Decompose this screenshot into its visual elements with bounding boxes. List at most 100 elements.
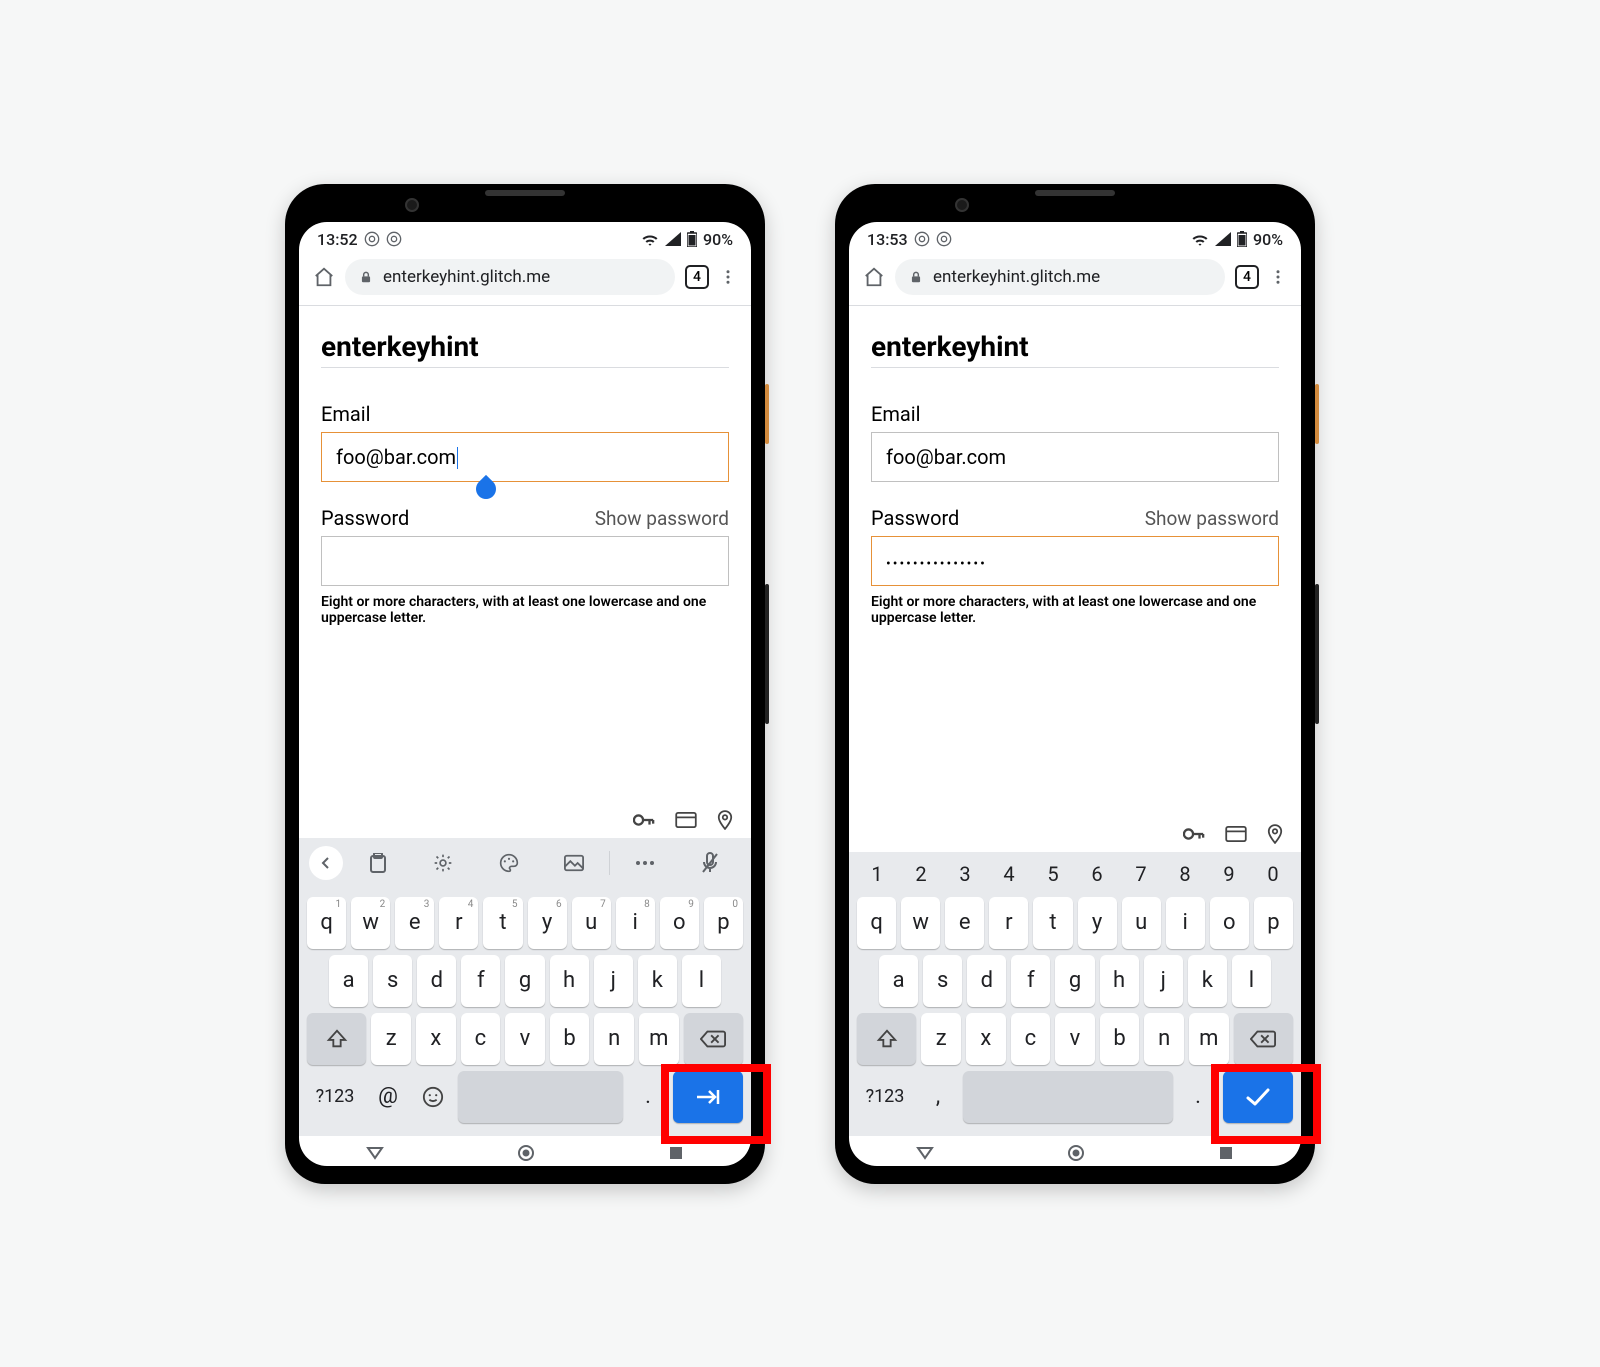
shift-key[interactable] [307, 1013, 366, 1065]
url-field[interactable]: enterkeyhint.glitch.me [345, 259, 675, 295]
mic-off-icon[interactable] [680, 846, 742, 880]
key-x[interactable]: x [966, 1013, 1006, 1065]
key-t[interactable]: t5 [483, 897, 522, 949]
key-h[interactable]: h [1100, 955, 1139, 1007]
space-key[interactable] [458, 1071, 623, 1123]
key-k[interactable]: k [638, 955, 677, 1007]
key-x[interactable]: x [416, 1013, 456, 1065]
key-q[interactable]: q1 [307, 897, 346, 949]
key-j[interactable]: j [1144, 955, 1183, 1007]
show-password-link[interactable]: Show password [595, 507, 729, 530]
key-i[interactable]: i8 [616, 897, 655, 949]
key-period[interactable]: . [1178, 1071, 1218, 1123]
key-1[interactable]: 1 [855, 862, 899, 886]
nav-home-icon[interactable] [517, 1144, 535, 1162]
key-q[interactable]: q [857, 897, 896, 949]
key-z[interactable]: z [921, 1013, 961, 1065]
key-a[interactable]: a [329, 955, 368, 1007]
nav-back-icon[interactable] [366, 1146, 384, 1160]
key-at[interactable]: @ [368, 1071, 408, 1123]
key-l[interactable]: l [1232, 955, 1271, 1007]
key-v[interactable]: v [505, 1013, 545, 1065]
key-r[interactable]: r4 [439, 897, 478, 949]
key-9[interactable]: 9 [1207, 862, 1251, 886]
symbols-key[interactable]: ?123 [307, 1071, 363, 1123]
nav-recents-icon[interactable] [668, 1145, 684, 1161]
backspace-key[interactable] [684, 1013, 743, 1065]
backspace-key[interactable] [1234, 1013, 1293, 1065]
key-r[interactable]: r [989, 897, 1028, 949]
key-w[interactable]: w2 [351, 897, 390, 949]
key-m[interactable]: m [639, 1013, 679, 1065]
key-d[interactable]: d [417, 955, 456, 1007]
key-5[interactable]: 5 [1031, 862, 1075, 886]
key-icon[interactable] [1183, 824, 1205, 844]
location-icon[interactable] [717, 810, 733, 830]
key-2[interactable]: 2 [899, 862, 943, 886]
key-a[interactable]: a [879, 955, 918, 1007]
key-b[interactable]: b [1100, 1013, 1140, 1065]
key-k[interactable]: k [1188, 955, 1227, 1007]
password-field[interactable]: ••••••••••••••• [871, 536, 1279, 586]
key-f[interactable]: f [461, 955, 500, 1007]
clipboard-icon[interactable] [347, 846, 409, 880]
key-p[interactable]: p [1254, 897, 1293, 949]
key-b[interactable]: b [550, 1013, 590, 1065]
shift-key[interactable] [857, 1013, 916, 1065]
key-comma[interactable]: , [918, 1071, 958, 1123]
key-8[interactable]: 8 [1163, 862, 1207, 886]
key-o[interactable]: o [1210, 897, 1249, 949]
key-s[interactable]: s [373, 955, 412, 1007]
card-icon[interactable] [675, 810, 697, 830]
key-t[interactable]: t [1033, 897, 1072, 949]
key-n[interactable]: n [1144, 1013, 1184, 1065]
key-e[interactable]: e [945, 897, 984, 949]
more-icon[interactable] [719, 268, 737, 286]
nav-recents-icon[interactable] [1218, 1145, 1234, 1161]
key-w[interactable]: w [901, 897, 940, 949]
more-icon[interactable] [614, 846, 676, 880]
key-d[interactable]: d [967, 955, 1006, 1007]
key-f[interactable]: f [1011, 955, 1050, 1007]
tab-switcher[interactable]: 4 [685, 265, 709, 289]
location-icon[interactable] [1267, 824, 1283, 844]
emoji-key[interactable] [413, 1071, 453, 1123]
key-m[interactable]: m [1189, 1013, 1229, 1065]
key-h[interactable]: h [550, 955, 589, 1007]
nav-back-icon[interactable] [916, 1146, 934, 1160]
key-n[interactable]: n [594, 1013, 634, 1065]
tab-switcher[interactable]: 4 [1235, 265, 1259, 289]
key-v[interactable]: v [1055, 1013, 1095, 1065]
key-6[interactable]: 6 [1075, 862, 1119, 886]
key-c[interactable]: c [461, 1013, 501, 1065]
key-y[interactable]: y6 [528, 897, 567, 949]
home-icon[interactable] [313, 266, 335, 288]
key-g[interactable]: g [1055, 955, 1094, 1007]
url-field[interactable]: enterkeyhint.glitch.me [895, 259, 1225, 295]
key-e[interactable]: e3 [395, 897, 434, 949]
password-field[interactable] [321, 536, 729, 586]
sticker-icon[interactable] [544, 846, 606, 880]
key-j[interactable]: j [594, 955, 633, 1007]
more-icon[interactable] [1269, 268, 1287, 286]
key-u[interactable]: u7 [572, 897, 611, 949]
symbols-key[interactable]: ?123 [857, 1071, 913, 1123]
email-field[interactable]: foo@bar.com [871, 432, 1279, 482]
key-c[interactable]: c [1011, 1013, 1051, 1065]
key-l[interactable]: l [682, 955, 721, 1007]
hide-toolbar-button[interactable] [309, 846, 343, 880]
key-3[interactable]: 3 [943, 862, 987, 886]
key-o[interactable]: o9 [660, 897, 699, 949]
key-7[interactable]: 7 [1119, 862, 1163, 886]
key-0[interactable]: 0 [1251, 862, 1295, 886]
key-4[interactable]: 4 [987, 862, 1031, 886]
email-field[interactable]: foo@bar.com [321, 432, 729, 483]
key-period[interactable]: . [628, 1071, 668, 1123]
key-p[interactable]: p0 [704, 897, 743, 949]
key-z[interactable]: z [371, 1013, 411, 1065]
enter-key[interactable] [673, 1071, 743, 1123]
show-password-link[interactable]: Show password [1145, 507, 1279, 530]
home-icon[interactable] [863, 266, 885, 288]
key-i[interactable]: i [1166, 897, 1205, 949]
key-g[interactable]: g [505, 955, 544, 1007]
